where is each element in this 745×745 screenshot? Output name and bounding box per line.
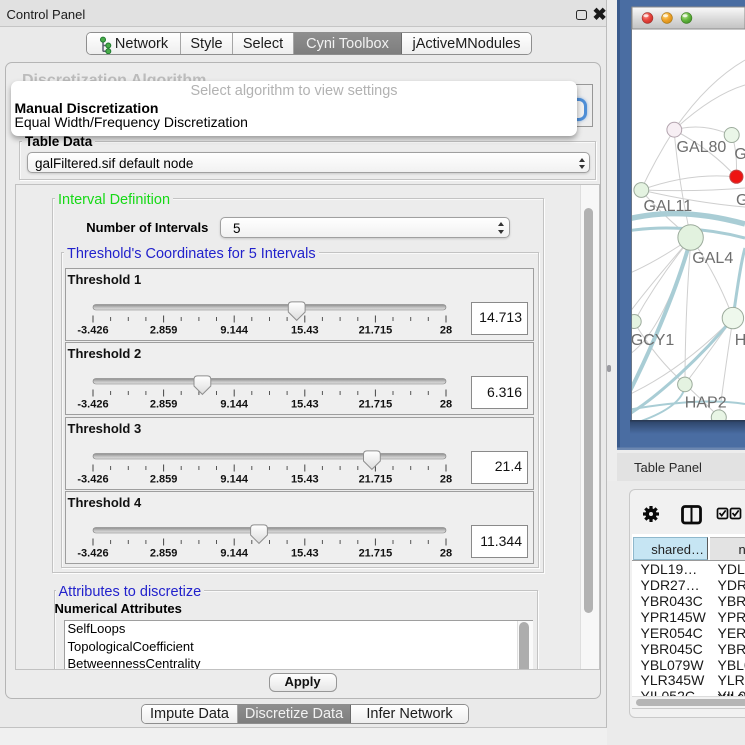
svg-text:-3.426: -3.426 (77, 473, 108, 485)
svg-text:28: 28 (440, 473, 452, 485)
svg-text:9.144: 9.144 (220, 473, 248, 485)
svg-text:-3.426: -3.426 (77, 324, 108, 336)
svg-text:9.144: 9.144 (220, 399, 248, 411)
svg-text:G: G (736, 192, 745, 209)
svg-text:GA: GA (734, 146, 745, 163)
svg-text:2.859: 2.859 (150, 548, 178, 560)
svg-text:-3.426: -3.426 (77, 548, 108, 560)
svg-text:2.859: 2.859 (150, 399, 178, 411)
svg-text:GAL80: GAL80 (677, 139, 727, 156)
svg-text:15.43: 15.43 (291, 548, 319, 560)
svg-text:21.715: 21.715 (359, 548, 393, 560)
svg-text:HA: HA (735, 332, 745, 349)
svg-text:2.859: 2.859 (150, 324, 178, 336)
svg-text:9.144: 9.144 (220, 324, 248, 336)
svg-text:21.715: 21.715 (359, 399, 393, 411)
svg-text:HAP2: HAP2 (685, 395, 727, 412)
svg-text:GAL4: GAL4 (692, 250, 733, 267)
svg-text:GCY1: GCY1 (631, 332, 675, 349)
svg-text:GAL11: GAL11 (644, 198, 693, 215)
svg-text:2.859: 2.859 (150, 473, 178, 485)
svg-text:9.144: 9.144 (220, 548, 248, 560)
svg-text:21.715: 21.715 (359, 324, 393, 336)
svg-text:15.43: 15.43 (291, 473, 319, 485)
svg-text:21.715: 21.715 (359, 473, 393, 485)
svg-text:28: 28 (440, 548, 452, 560)
svg-text:28: 28 (440, 399, 452, 411)
svg-text:15.43: 15.43 (291, 324, 319, 336)
svg-text:15.43: 15.43 (291, 399, 319, 411)
svg-text:-3.426: -3.426 (77, 399, 108, 411)
svg-text:28: 28 (440, 324, 452, 336)
